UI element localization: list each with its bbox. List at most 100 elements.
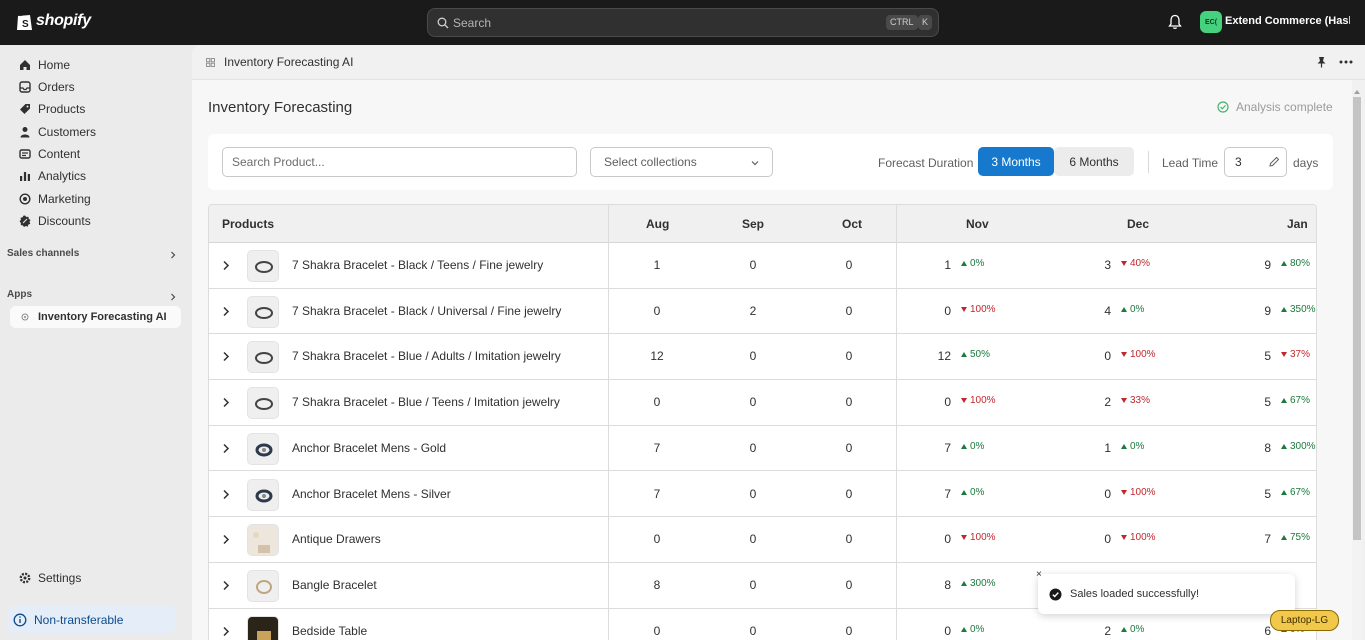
- sidebar-item-customers[interactable]: Customers: [10, 121, 180, 143]
- pencil-icon[interactable]: [1268, 156, 1280, 168]
- product-name[interactable]: Bedside Table: [292, 624, 367, 638]
- trend-jan: 350%: [1281, 304, 1316, 315]
- expand-row-icon[interactable]: [222, 351, 230, 362]
- cell-sep: 0: [749, 349, 757, 364]
- store-name[interactable]: Extend Commerce (Hash...: [1225, 15, 1350, 27]
- product-name[interactable]: 7 Shakra Bracelet - Black / Teens / Fine…: [292, 258, 543, 272]
- expand-row-icon[interactable]: [222, 306, 230, 317]
- product-name[interactable]: 7 Shakra Bracelet - Blue / Teens / Imita…: [292, 395, 560, 409]
- product-name[interactable]: 7 Shakra Bracelet - Blue / Adults / Imit…: [292, 349, 561, 363]
- pin-icon[interactable]: [1316, 56, 1327, 68]
- shopify-wordmark: shopify: [36, 12, 91, 29]
- shortcut-ctrl-key: CTRL: [886, 15, 918, 30]
- bell-icon[interactable]: [1168, 14, 1182, 30]
- cell-dec: 0: [1104, 486, 1111, 501]
- check-circle-icon: [1049, 588, 1062, 600]
- scrollbar-thumb[interactable]: [1353, 97, 1361, 540]
- cell-aug: 0: [653, 303, 661, 318]
- cell-jan: 5: [1264, 349, 1271, 364]
- lead-time-input[interactable]: [1235, 155, 1265, 169]
- product-name[interactable]: Anchor Bracelet Mens - Gold: [292, 441, 446, 455]
- apps-heading[interactable]: Apps: [7, 289, 32, 300]
- table-row[interactable]: Antique Drawers 0 0 0 0 100% 0 100% 7 75%: [209, 517, 1316, 563]
- expand-row-icon[interactable]: [222, 443, 230, 454]
- trend-jan: 67%: [1281, 487, 1310, 498]
- trend-jan: 67%: [1281, 395, 1310, 406]
- cell-nov: 7: [944, 486, 951, 501]
- product-name[interactable]: Antique Drawers: [292, 532, 381, 546]
- sidebar-item-home[interactable]: Home: [10, 54, 180, 76]
- sidebar-item-marketing[interactable]: Marketing: [10, 188, 180, 210]
- chevron-right-icon[interactable]: [169, 251, 177, 259]
- trend-dec: 33%: [1121, 395, 1150, 406]
- cell-sep: 0: [749, 258, 757, 272]
- non-transferable-banner[interactable]: Non-transferable: [7, 606, 175, 633]
- expand-row-icon[interactable]: [222, 260, 230, 271]
- cell-nov: 0: [944, 395, 951, 410]
- product-thumbnail: [247, 615, 279, 640]
- product-thumbnail: [247, 569, 279, 602]
- table-row[interactable]: 7 Shakra Bracelet - Blue / Adults / Imit…: [209, 334, 1316, 381]
- header-aug: Aug: [646, 217, 670, 231]
- table-row[interactable]: 7 Shakra Bracelet - Black / Universal / …: [209, 289, 1316, 335]
- trend-jan: 80%: [1281, 258, 1310, 269]
- product-name[interactable]: Anchor Bracelet Mens - Silver: [292, 487, 451, 501]
- home-icon: [18, 58, 32, 72]
- cell-sep: 0: [749, 440, 757, 455]
- toast-close-button[interactable]: ×: [1036, 570, 1046, 580]
- sidebar-item-orders[interactable]: Orders: [10, 76, 180, 98]
- duration-6-months-button[interactable]: 6 Months: [1054, 147, 1134, 176]
- sidebar-item-content[interactable]: Content: [10, 143, 180, 165]
- device-badge: Laptop-LG: [1270, 610, 1339, 631]
- trend-dec: 0%: [1121, 441, 1144, 452]
- sidebar-item-label: Products: [38, 102, 86, 116]
- orders-icon: [18, 80, 32, 94]
- shopify-logo[interactable]: S shopify: [16, 11, 91, 31]
- table-row[interactable]: Anchor Bracelet Mens - Gold 7 0 0 7 0% 1 0% 8 300…: [209, 426, 1316, 472]
- table-row[interactable]: 7 Shakra Bracelet - Black / Teens / Fine…: [209, 243, 1316, 289]
- table-row[interactable]: 7 Shakra Bracelet - Blue / Teens / Imita…: [209, 380, 1316, 426]
- sidebar-item-settings[interactable]: Settings: [10, 567, 180, 589]
- more-options-icon[interactable]: [1339, 60, 1353, 64]
- filter-toolbar: Select collections Forecast Duration 3 M…: [208, 134, 1333, 190]
- expand-row-icon[interactable]: [222, 397, 230, 408]
- cell-nov: 0: [944, 532, 951, 547]
- vertical-scrollbar[interactable]: [1352, 90, 1362, 640]
- sidebar-item-products[interactable]: Products: [10, 98, 180, 120]
- sidebar-item-analytics[interactable]: Analytics: [10, 165, 180, 187]
- cell-sep: 2: [749, 303, 757, 318]
- trend-nov: 100%: [961, 532, 996, 543]
- trend-nov: 100%: [961, 395, 996, 406]
- cell-oct: 0: [845, 349, 853, 364]
- duration-3-months-button[interactable]: 3 Months: [978, 147, 1054, 176]
- sidebar-item-label: Content: [38, 147, 81, 161]
- toolbar-divider: [1148, 151, 1149, 173]
- expand-row-icon[interactable]: [222, 580, 230, 591]
- header-dec: Dec: [1127, 217, 1150, 231]
- scroll-up-icon[interactable]: [1353, 88, 1361, 96]
- product-name[interactable]: Bangle Bracelet: [292, 578, 377, 592]
- product-thumbnail: [247, 432, 279, 465]
- cell-aug: 1: [653, 258, 661, 272]
- lead-time-field[interactable]: [1224, 147, 1287, 177]
- expand-row-icon[interactable]: [222, 626, 230, 637]
- chevron-right-icon[interactable]: [169, 293, 177, 301]
- cell-jan: 6: [1264, 623, 1271, 638]
- product-search-input[interactable]: [222, 147, 577, 177]
- trend-nov: 0%: [961, 441, 984, 452]
- search-input[interactable]: [453, 15, 873, 30]
- collections-select[interactable]: Select collections: [590, 147, 773, 177]
- cell-dec: 2: [1104, 395, 1111, 410]
- expand-row-icon[interactable]: [222, 534, 230, 545]
- trend-jan: 300%: [1281, 441, 1316, 452]
- sidebar-item-inventory-forecasting[interactable]: Inventory Forecasting AI: [10, 306, 181, 328]
- sidebar-item-discounts[interactable]: Discounts: [10, 210, 180, 232]
- global-search[interactable]: CTRL K: [427, 8, 939, 37]
- expand-row-icon[interactable]: [222, 489, 230, 500]
- product-name[interactable]: 7 Shakra Bracelet - Black / Universal / …: [292, 304, 561, 318]
- table-row[interactable]: Anchor Bracelet Mens - Silver 7 0 0 7 0% 0 100%…: [209, 472, 1316, 518]
- store-avatar[interactable]: EC(: [1200, 11, 1222, 33]
- cell-nov: 1: [944, 258, 951, 272]
- cell-sep: 0: [749, 395, 757, 410]
- sales-channels-heading[interactable]: Sales channels: [7, 248, 79, 259]
